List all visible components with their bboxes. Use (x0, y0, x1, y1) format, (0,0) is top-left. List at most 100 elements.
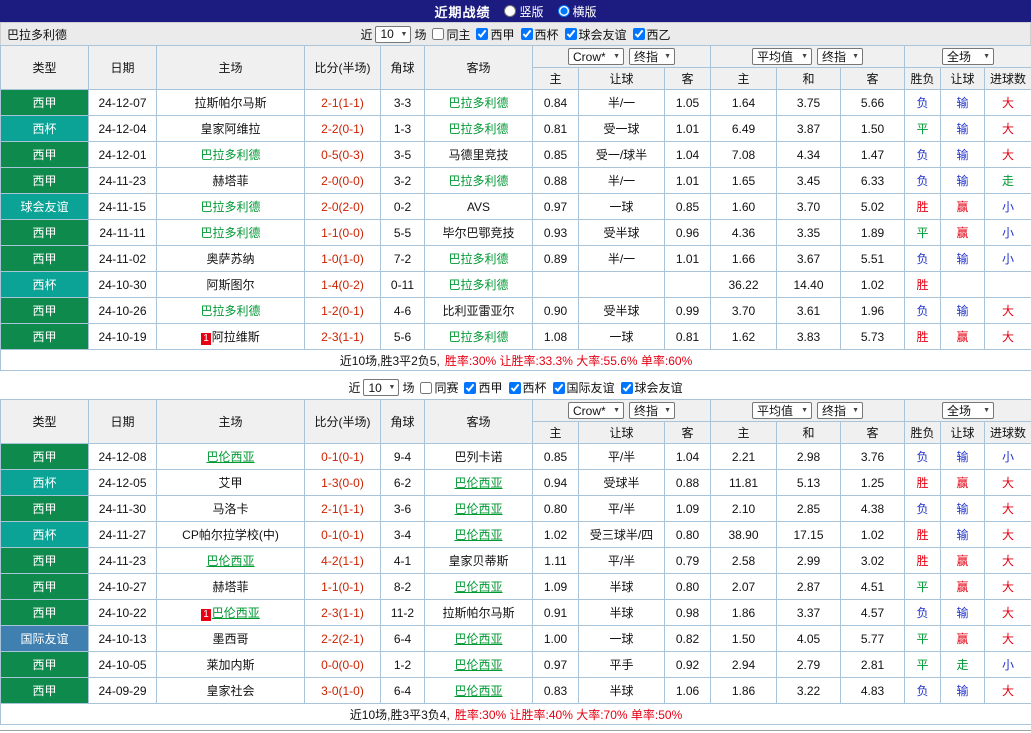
summary-row: 近10场,胜3平2负5, 胜率:30% 让胜率:33.3% 大率:55.6% 单率… (0, 349, 1031, 371)
home-team-name[interactable]: 巴拉多利德 (200, 200, 260, 214)
home-team-name[interactable]: 拉斯帕尔马斯 (194, 96, 266, 110)
score-text: 2-1(1-1) (321, 501, 364, 516)
away-team-name[interactable]: 巴列卡诺 (454, 450, 502, 464)
away-team-name[interactable]: 巴伦西亚 (454, 632, 502, 646)
handicap-result-cell: 输 (940, 297, 986, 324)
column-header: 让球 (940, 67, 986, 90)
league-filter-checkbox-input[interactable] (508, 381, 521, 394)
league-type-cell: 西甲 (0, 245, 89, 272)
same-condition-checkbox[interactable]: 同主 (432, 26, 470, 43)
away-team-name[interactable]: 巴伦西亚 (454, 476, 502, 490)
home-team-name[interactable]: 巴伦西亚 (212, 606, 260, 620)
away-team-name[interactable]: 巴拉多利德 (448, 96, 508, 110)
home-team-name[interactable]: 巴伦西亚 (206, 450, 254, 464)
home-team-name[interactable]: 巴拉多利德 (200, 148, 260, 162)
away-team-name[interactable]: 巴伦西亚 (454, 684, 502, 698)
home-team-name[interactable]: 马洛卡 (212, 502, 248, 516)
league-filter-checkbox-input[interactable] (564, 28, 577, 40)
home-team-name[interactable]: 莱加内斯 (206, 658, 254, 672)
home-team-name[interactable]: 巴拉多利德 (200, 226, 260, 240)
vertical-layout-radio[interactable] (504, 5, 517, 17)
home-team-name[interactable]: 赫塔菲 (212, 174, 248, 188)
away-team-cell: 巴伦西亚 (424, 469, 533, 496)
league-filter-checkbox-input[interactable] (464, 381, 477, 394)
same-condition-checkbox[interactable]: 同赛 (420, 379, 458, 396)
column-header: 主 (710, 67, 778, 90)
match-count-select[interactable]: 10 ▼ (363, 379, 400, 396)
average-select[interactable]: 平均值 ▼ (752, 48, 813, 65)
same-condition-checkbox-input[interactable] (420, 381, 433, 394)
league-filter-checkbox[interactable]: 西甲 (476, 26, 515, 43)
league-filter-checkbox[interactable]: 西甲 (464, 379, 503, 396)
period-select[interactable]: 全场 ▼ (942, 48, 995, 65)
away-team-name[interactable]: 比利亚雷亚尔 (442, 304, 514, 318)
league-filter-checkbox-input[interactable] (552, 381, 565, 394)
match-row: 西甲 24-12-07 拉斯帕尔马斯 2-1(1-1) 3-3 巴拉多利德 0.84 半/一 1… (0, 89, 1031, 116)
avg-away-cell: 1.47 (840, 141, 906, 168)
away-odds-cell: 1.04 (663, 443, 712, 470)
away-team-name[interactable]: 巴拉多利德 (448, 174, 508, 188)
home-team-name[interactable]: 皇家社会 (206, 684, 254, 698)
league-filter-checkbox[interactable]: 球会友谊 (564, 26, 627, 43)
league-filter-checkbox[interactable]: 西乙 (632, 26, 671, 43)
avg-final-select[interactable]: 终指 ▼ (817, 48, 864, 65)
away-team-name[interactable]: 巴伦西亚 (454, 502, 502, 516)
home-team-name[interactable]: 赫塔菲 (212, 580, 248, 594)
away-team-name[interactable]: 巴伦西亚 (454, 580, 502, 594)
home-team-name[interactable]: 皇家阿维拉 (200, 122, 260, 136)
score-cell: 2-3(1-1) (304, 323, 381, 350)
home-team-name[interactable]: CP帕尔拉学校(中) (182, 528, 279, 542)
avg-away-cell: 4.38 (840, 495, 906, 522)
layout-option-horizontal[interactable]: 横版 (557, 3, 597, 20)
home-team-cell: 墨西哥 (156, 625, 305, 652)
league-filter-checkbox-input[interactable] (620, 381, 633, 394)
match-row: 西甲 24-11-23 巴伦西亚 4-2(1-1) 4-1 皇家贝蒂斯 1.11 平/半 0.7… (0, 547, 1031, 574)
away-team-name[interactable]: 巴伦西亚 (454, 528, 502, 542)
away-team-name[interactable]: 巴拉多利德 (448, 278, 508, 292)
bookmaker-select[interactable]: Crow* ▼ (568, 402, 624, 419)
summary-cell: 近10场,胜3平2负5, 胜率:30% 让胜率:33.3% 大率:55.6% 单率… (0, 349, 1031, 371)
odds-final-select[interactable]: 终指 ▼ (629, 48, 675, 65)
match-count-select[interactable]: 10 ▼ (375, 25, 412, 43)
same-condition-checkbox-input[interactable] (432, 28, 445, 40)
period-select[interactable]: 全场 ▼ (942, 402, 995, 419)
away-team-name[interactable]: 巴拉多利德 (448, 252, 508, 266)
away-team-name[interactable]: 巴伦西亚 (454, 658, 502, 672)
home-team-name[interactable]: 巴伦西亚 (206, 554, 254, 568)
league-filter-checkbox-input[interactable] (632, 28, 645, 40)
odds-final-select[interactable]: 终指 ▼ (629, 402, 675, 419)
avg-final-select[interactable]: 终指 ▼ (817, 402, 864, 419)
away-team-name[interactable]: AVS (467, 200, 490, 214)
league-filter-checkbox-input[interactable] (476, 28, 489, 40)
bookmaker-select[interactable]: Crow* ▼ (568, 48, 624, 65)
away-team-name[interactable]: 巴拉多利德 (448, 330, 508, 344)
league-filter-checkbox[interactable]: 西杯 (508, 379, 547, 396)
league-filter-checkbox[interactable]: 球会友谊 (620, 379, 683, 396)
away-team-name[interactable]: 拉斯帕尔马斯 (442, 606, 514, 620)
home-team-name[interactable]: 阿斯图尔 (206, 278, 254, 292)
corner-cell: 0-2 (380, 193, 425, 220)
home-team-name[interactable]: 阿拉维斯 (212, 330, 260, 344)
league-filter-checkbox[interactable]: 西杯 (520, 26, 559, 43)
away-team-name[interactable]: 巴拉多利德 (448, 122, 508, 136)
away-team-name[interactable]: 皇家贝蒂斯 (448, 554, 508, 568)
league-filter-checkbox[interactable]: 国际友谊 (552, 379, 615, 396)
goals-result-cell: 大 (984, 297, 1031, 324)
home-team-cell: 阿斯图尔 (156, 271, 305, 298)
column-header: 主 (532, 421, 579, 444)
away-team-name[interactable]: 毕尔巴鄂竞技 (442, 226, 514, 240)
home-team-name[interactable]: 艾甲 (218, 476, 242, 490)
average-select[interactable]: 平均值 ▼ (752, 402, 813, 419)
home-team-name[interactable]: 巴拉多利德 (200, 304, 260, 318)
handicap-line-cell: 半/一 (578, 89, 665, 116)
layout-option-vertical[interactable]: 竖版 (504, 3, 544, 20)
home-team-name[interactable]: 奥萨苏纳 (206, 252, 254, 266)
horizontal-layout-radio[interactable] (557, 5, 570, 17)
away-team-name[interactable]: 马德里竞技 (448, 148, 508, 162)
match-result-cell: 平 (904, 573, 942, 600)
home-team-name[interactable]: 墨西哥 (212, 632, 248, 646)
league-filter-checkbox-input[interactable] (520, 28, 533, 40)
avg-home-cell: 6.49 (710, 115, 778, 142)
score-text: 0-5(0-3) (321, 147, 364, 162)
away-odds-cell: 0.82 (663, 625, 712, 652)
